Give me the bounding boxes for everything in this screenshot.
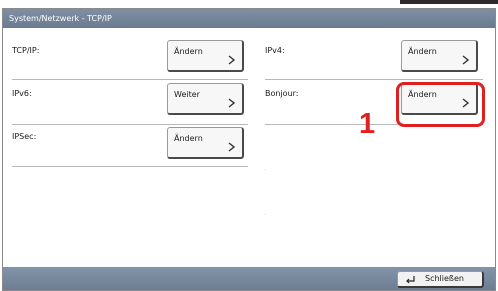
setting-label-tcpip: TCP/IP: [12,46,40,55]
ipv4-change-button[interactable]: Ändern [401,40,478,72]
settings-content: TCP/IP: Ändern IPv4: Ändern IPv6: Weiter [3,28,495,267]
ipsec-change-button-label: Ändern [174,134,203,143]
setting-label-bonjour: Bonjour: [265,89,299,98]
setting-row-ipv4: IPv4: Ändern [265,40,483,86]
tcpip-change-button-label: Ändern [174,47,203,56]
chevron-right-icon [462,55,470,65]
ipv6-next-button-label: Weiter [174,90,200,99]
setting-label-ipv6: IPv6: [12,89,32,98]
title-bar: System/Netzwerk - TCP/IP [3,9,495,28]
dialog-panel: System/Netzwerk - TCP/IP TCP/IP: Ändern … [2,8,496,291]
setting-label-ipsec: IPSec: [12,132,37,141]
faint-divider-mark [265,214,266,215]
row-divider [12,124,248,125]
setting-row-ipsec: IPSec: Ändern [12,127,248,172]
ipsec-change-button[interactable]: Ändern [167,127,244,159]
chevron-right-icon [228,98,236,108]
top-edge-dark-strip [400,0,498,4]
setting-label-ipv4: IPv4: [265,46,285,55]
step-number-annotation: 1 [359,108,376,140]
chevron-right-icon [228,142,236,152]
row-divider [12,166,248,167]
step-highlight-frame [396,82,485,127]
tcpip-change-button[interactable]: Ändern [167,40,244,72]
return-arrow-icon [406,276,415,284]
faint-divider-mark [265,169,266,170]
window-title: System/Netzwerk - TCP/IP [9,14,112,23]
close-button-label: Schließen [425,274,464,283]
setting-row-ipv6: IPv6: Weiter [12,83,248,129]
top-edge [0,0,498,8]
chevron-right-icon [228,55,236,65]
ipv6-next-button[interactable]: Weiter [167,83,244,115]
footer-bar: Schließen [3,267,495,290]
ipv4-change-button-label: Ändern [408,47,437,56]
setting-row-tcpip: TCP/IP: Ändern [12,40,248,86]
row-divider [12,79,248,80]
close-button[interactable]: Schließen [397,271,484,288]
row-divider [265,79,483,80]
